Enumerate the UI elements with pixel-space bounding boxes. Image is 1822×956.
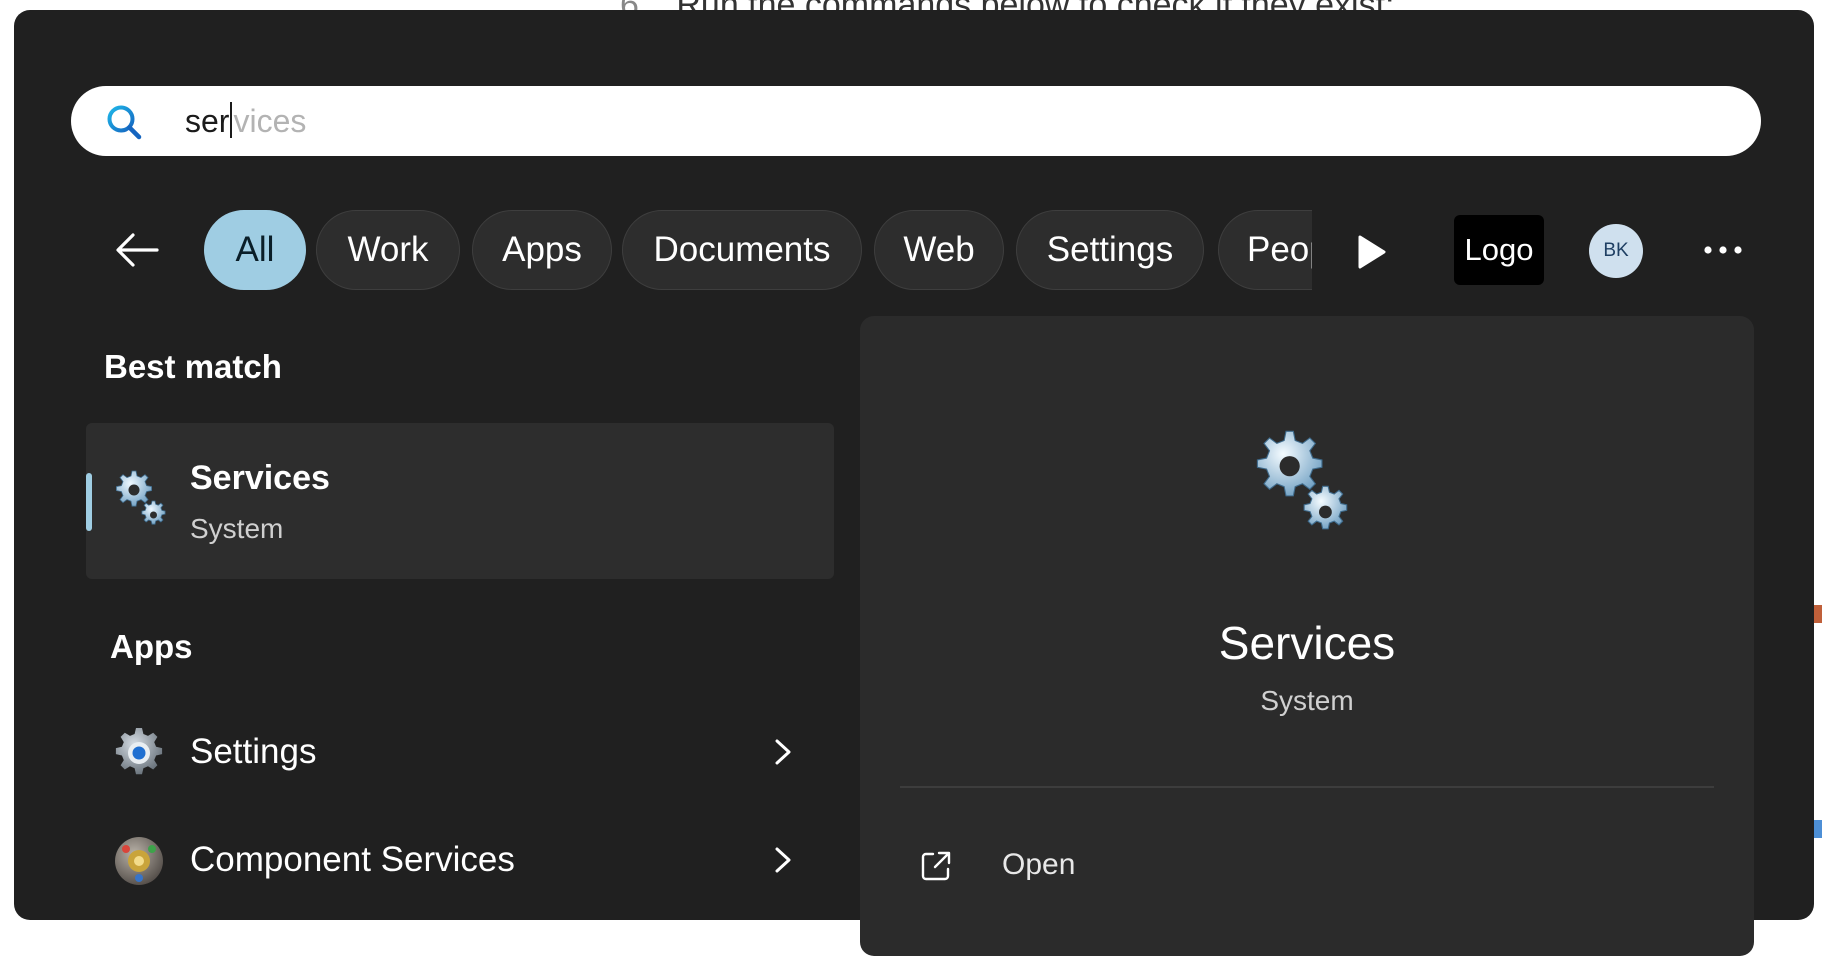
background-marker	[1814, 820, 1822, 838]
search-icon	[107, 105, 142, 140]
back-arrow-icon	[116, 233, 159, 267]
best-match-title: Services	[190, 459, 330, 497]
app-item-settings[interactable]: Settings	[98, 704, 834, 800]
services-gears-icon	[116, 470, 166, 525]
divider	[900, 786, 1714, 788]
back-button[interactable]	[108, 221, 166, 279]
search-panel: ser vices All Work Apps Documents Web Set…	[14, 10, 1814, 956]
background-marker	[1814, 605, 1822, 623]
component-services-icon	[115, 837, 163, 885]
apps-heading: Apps	[110, 628, 193, 665]
more-dots-icon	[1704, 246, 1742, 254]
filter-pill-strip: All Work Apps Documents Web Settings Peo…	[188, 210, 1312, 292]
best-match-item-services[interactable]: Services System	[86, 423, 834, 579]
scroll-right-play-icon[interactable]	[1350, 232, 1390, 272]
filter-pill-apps[interactable]: Apps	[472, 210, 612, 290]
filter-pill-documents[interactable]: Documents	[622, 210, 862, 290]
detail-subtitle: System	[1260, 685, 1354, 716]
best-match-heading: Best match	[104, 348, 282, 385]
logo-button[interactable]: Logo	[1454, 215, 1544, 285]
open-action-button[interactable]: Open	[918, 842, 1218, 892]
selection-indicator	[86, 473, 92, 531]
more-options-button[interactable]	[1699, 230, 1747, 270]
result-detail-pane: Services System Open	[860, 316, 1754, 956]
filter-pill-settings[interactable]: Settings	[1016, 210, 1204, 290]
filter-pill-work[interactable]: Work	[316, 210, 460, 290]
app-item-label: Component Services	[190, 840, 515, 879]
search-input[interactable]: ser vices	[71, 86, 1761, 156]
filter-pill-people[interactable]: Peop	[1218, 210, 1312, 290]
filter-pill-all[interactable]: All	[204, 210, 306, 290]
settings-gear-icon	[115, 728, 163, 775]
open-action-label: Open	[1002, 848, 1076, 881]
detail-title: Services	[1218, 617, 1396, 669]
app-item-component-services[interactable]: Component Services	[98, 812, 834, 908]
app-item-label: Settings	[190, 732, 317, 771]
filter-bar: All Work Apps Documents Web Settings Peo…	[14, 200, 1814, 300]
filter-pill-web[interactable]: Web	[874, 210, 1004, 290]
user-avatar[interactable]: BK	[1589, 224, 1643, 278]
best-match-subtitle: System	[190, 513, 284, 544]
search-suggestion: vices	[233, 103, 307, 139]
services-gears-icon	[1256, 430, 1348, 530]
chevron-right-icon[interactable]	[770, 844, 796, 876]
search-query[interactable]: ser vices	[185, 102, 306, 140]
chevron-right-icon[interactable]	[770, 736, 796, 768]
open-external-icon	[921, 851, 951, 881]
